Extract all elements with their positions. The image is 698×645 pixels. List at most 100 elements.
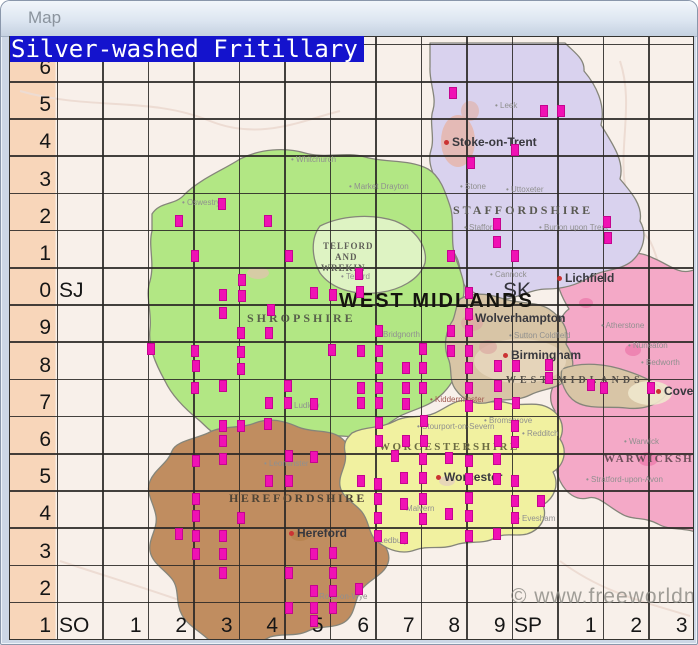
record-marker	[511, 144, 519, 156]
record-marker	[375, 345, 383, 357]
grid-hline	[10, 565, 694, 567]
record-marker	[447, 250, 455, 262]
record-marker	[511, 475, 519, 487]
record-marker	[264, 215, 272, 227]
grid-hline	[10, 118, 694, 120]
record-marker	[192, 493, 200, 505]
record-marker	[238, 290, 246, 302]
record-marker	[400, 498, 408, 510]
record-marker	[493, 473, 501, 485]
grid-vline	[57, 37, 59, 640]
area-label: SHROPSHIRE	[247, 311, 356, 326]
grid-row-label: 0	[10, 279, 51, 303]
town-label: • Stone	[460, 182, 486, 191]
record-marker	[310, 585, 318, 597]
record-marker	[465, 308, 473, 320]
record-marker	[465, 287, 473, 299]
grid-vline	[648, 37, 650, 640]
pane-title: Map	[28, 8, 61, 28]
record-marker	[329, 585, 337, 597]
town-label: • Stafford	[464, 223, 497, 232]
record-marker	[402, 398, 410, 410]
record-marker	[310, 602, 318, 614]
record-marker	[237, 512, 245, 524]
record-marker	[512, 360, 520, 372]
record-marker	[238, 274, 246, 286]
grid-col-label: 1	[557, 614, 597, 638]
record-marker	[284, 380, 292, 392]
town-label: • Oswestry	[182, 198, 220, 207]
city-marker-dot	[503, 353, 508, 358]
grid-hline	[10, 639, 694, 640]
record-marker	[465, 382, 473, 394]
record-marker	[465, 510, 473, 522]
record-marker	[494, 435, 502, 447]
record-marker	[237, 420, 245, 432]
record-marker	[493, 236, 501, 248]
grid-vline	[466, 37, 468, 640]
record-marker	[284, 397, 292, 409]
record-marker	[465, 473, 473, 485]
record-marker	[511, 495, 519, 507]
grid-hline	[10, 341, 694, 343]
grid-row-label: 5	[10, 93, 51, 117]
record-marker	[494, 398, 502, 410]
grid-col-label: 3	[193, 614, 233, 638]
record-marker	[465, 325, 473, 337]
map-canvas[interactable]: 6543210987654321123456789123SJSKSOSPWEST…	[9, 36, 694, 640]
record-marker	[192, 360, 200, 372]
record-marker	[219, 453, 227, 465]
record-marker	[419, 453, 427, 465]
grid-vline	[102, 37, 104, 640]
grid-row-label: 3	[10, 168, 51, 192]
record-marker	[329, 567, 337, 579]
grid-hline	[10, 453, 694, 455]
grid-hline	[10, 527, 694, 529]
record-marker	[264, 418, 272, 430]
city-label: Stoke-on-Trent	[444, 135, 537, 149]
grid-col-label: 9	[466, 614, 506, 638]
grid-row-label: 1	[10, 242, 51, 266]
record-marker	[511, 250, 519, 262]
record-marker	[419, 362, 427, 374]
record-marker	[465, 345, 473, 357]
town-label: • Atherstone	[601, 321, 644, 330]
record-marker	[310, 451, 318, 463]
record-marker	[494, 380, 502, 392]
record-marker	[647, 382, 655, 394]
record-marker	[545, 372, 553, 384]
map-pane-titlebar[interactable]: Map	[1, 1, 697, 37]
city-label: Lichfield	[557, 271, 614, 285]
grid-row-label: 2	[10, 577, 51, 601]
grid-col-label: 3	[648, 614, 688, 638]
record-marker	[192, 548, 200, 560]
record-marker	[356, 286, 364, 298]
record-marker	[545, 359, 553, 371]
record-marker	[310, 615, 318, 627]
grid-vline	[375, 37, 377, 640]
grid-row-label: 2	[10, 205, 51, 229]
record-marker	[465, 492, 473, 504]
record-marker	[374, 530, 382, 542]
record-marker	[285, 250, 293, 262]
town-label: • Bridgnorth	[378, 330, 420, 339]
record-marker	[465, 400, 473, 412]
region-label: WEST MIDLANDS	[339, 290, 534, 313]
grid-col-label: 1	[102, 614, 142, 638]
record-marker	[537, 495, 545, 507]
record-marker	[357, 382, 365, 394]
record-marker	[447, 325, 455, 337]
record-marker	[219, 289, 227, 301]
city-marker-dot	[557, 276, 562, 281]
os-letter-sp: SP	[514, 614, 542, 638]
species-title-banner[interactable]: Silver-washed Fritillary	[10, 36, 364, 62]
city-name: Lichfield	[565, 271, 614, 285]
record-marker	[357, 475, 365, 487]
city-label: Coventry	[656, 384, 694, 398]
record-marker	[355, 583, 363, 595]
town-label: • Warwick	[624, 437, 659, 446]
town-label: • Nuneaton	[628, 341, 668, 350]
town-label: • Redditch	[522, 429, 559, 438]
record-marker	[329, 547, 337, 559]
record-marker	[191, 345, 199, 357]
